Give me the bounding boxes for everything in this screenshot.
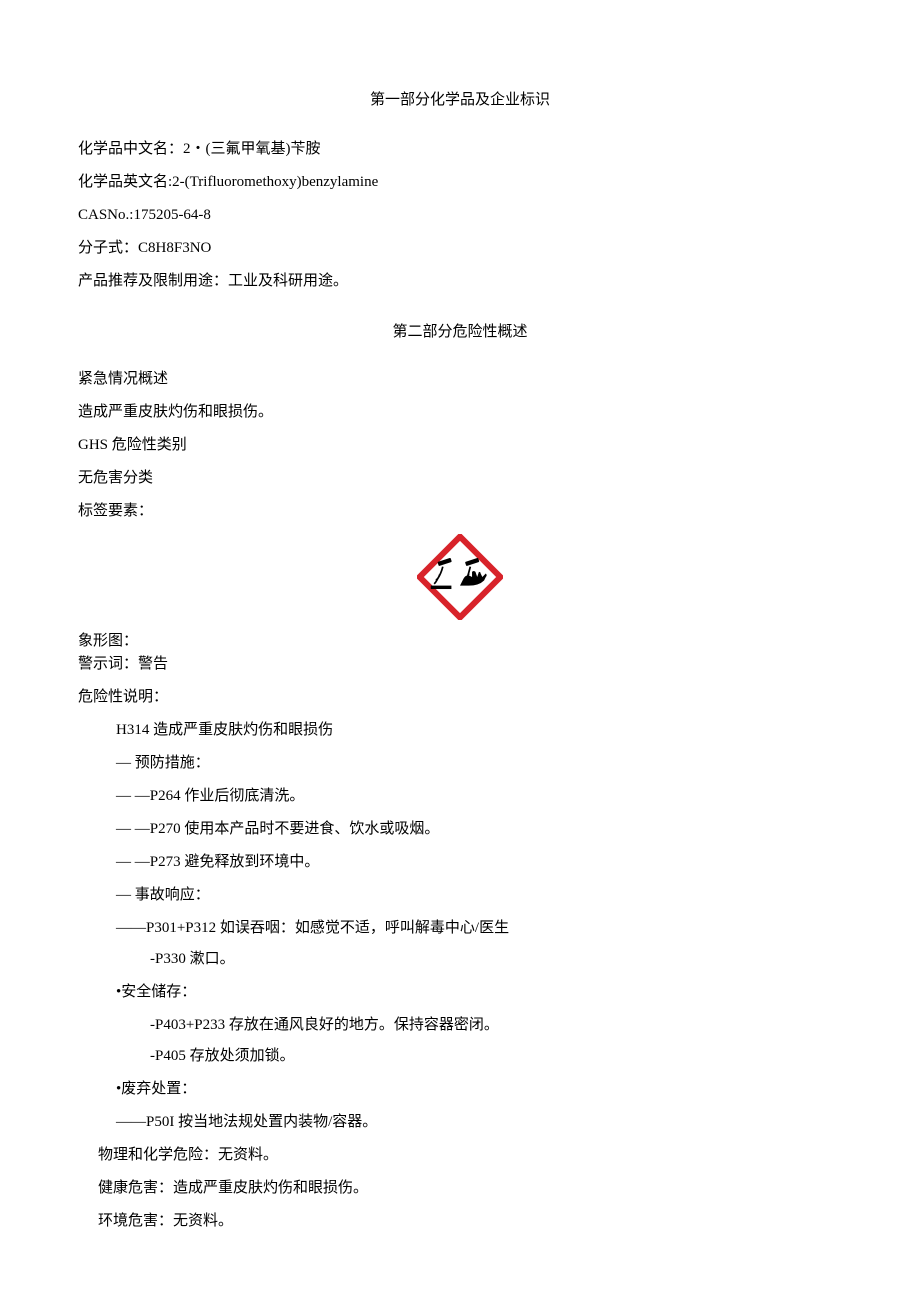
chinese-name-label: 化学品中文名： — [78, 141, 183, 157]
signal-word-line: 警示词：警告 — [78, 654, 842, 675]
ghs-label: GHS 危险性类别 — [78, 435, 842, 456]
english-name-label: 化学品英文名: — [78, 174, 172, 190]
health-line: 健康危害：造成严重皮肤灼伤和眼损伤。 — [98, 1178, 842, 1199]
signal-word-value: 警告 — [138, 656, 168, 672]
english-name-line: 化学品英文名:2-(Trifluoromethoxy)benzylamine — [78, 172, 842, 193]
cas-label: CASNo.: — [78, 207, 133, 223]
disposal-header: •废弃处置： — [116, 1079, 842, 1100]
response-header: — 事故响应： — [116, 885, 842, 906]
section1-title: 第一部分化学品及企业标识 — [78, 90, 842, 111]
env-label: 环境危害： — [98, 1213, 173, 1229]
phys-chem-label: 物理和化学危险： — [98, 1147, 218, 1163]
pictogram-label: 象形图： — [78, 631, 842, 652]
env-line: 环境危害：无资料。 — [98, 1211, 842, 1232]
cas-value: 175205-64-8 — [133, 207, 211, 223]
english-name-value: 2-(Trifluoromethoxy)benzylamine — [172, 174, 378, 190]
storage-header: •安全储存： — [116, 982, 842, 1003]
use-label: 产品推荐及限制用途： — [78, 273, 228, 289]
phys-chem-value: 无资料。 — [218, 1147, 278, 1163]
p273-line: — —P273 避免释放到环境中。 — [116, 852, 842, 873]
formula-line: 分子式：C8H8F3NO — [78, 238, 842, 259]
section2-title: 第二部分危险性概述 — [78, 322, 842, 343]
chinese-name-value: 2・(三氟甲氧基)苄胺 — [183, 141, 321, 157]
phys-chem-line: 物理和化学危险：无资料。 — [98, 1145, 842, 1166]
health-value: 造成严重皮肤灼伤和眼损伤。 — [173, 1180, 368, 1196]
ghs-value: 无危害分类 — [78, 468, 842, 489]
p270-line: — —P270 使用本产品时不要进食、饮水或吸烟。 — [116, 819, 842, 840]
use-line: 产品推荐及限制用途：工业及科研用途。 — [78, 271, 842, 292]
formula-label: 分子式： — [78, 240, 138, 256]
precaution-header: — 预防措施： — [116, 753, 842, 774]
formula-value: C8H8F3NO — [138, 240, 211, 256]
p330-line: -P330 漱口。 — [150, 949, 842, 970]
emergency-label: 紧急情况概述 — [78, 369, 842, 390]
p405-line: -P405 存放处须加锁。 — [150, 1046, 842, 1067]
health-label: 健康危害： — [98, 1180, 173, 1196]
p301-p312-line: ——P301+P312 如误吞咽：如感觉不适，呼叫解毒中心/医生 — [116, 918, 842, 939]
env-value: 无资料。 — [173, 1213, 233, 1229]
signal-word-label: 警示词： — [78, 656, 138, 672]
use-value: 工业及科研用途。 — [228, 273, 348, 289]
label-elements: 标签要素： — [78, 501, 842, 522]
hazard-statement-label: 危险性说明： — [78, 687, 842, 708]
p264-line: — —P264 作业后彻底清洗。 — [116, 786, 842, 807]
h314-line: H314 造成严重皮肤灼伤和眼损伤 — [116, 720, 842, 741]
chinese-name-line: 化学品中文名：2・(三氟甲氧基)苄胺 — [78, 139, 842, 160]
cas-line: CASNo.:175205-64-8 — [78, 205, 842, 226]
emergency-value: 造成严重皮肤灼伤和眼损伤。 — [78, 402, 842, 423]
p501-line: ——P50I 按当地法规处置内装物/容器。 — [116, 1112, 842, 1133]
p403-p233-line: -P403+P233 存放在通风良好的地方。保持容器密闭。 — [150, 1015, 842, 1036]
ghs-corrosion-pictogram-icon — [417, 534, 503, 620]
